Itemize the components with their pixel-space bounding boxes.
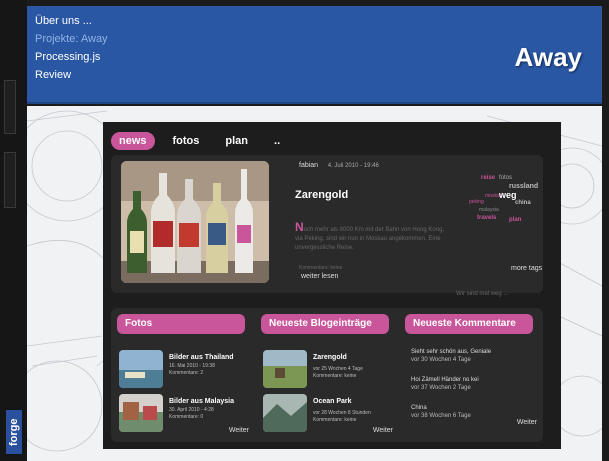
comment-ago: vor 37 Wochen 2 Tage xyxy=(411,385,471,391)
post-dropcap: N xyxy=(295,220,304,234)
bottles-image xyxy=(121,161,269,283)
site-tagline: Wir sind mal weg ... xyxy=(456,291,509,297)
left-sidebar: forge xyxy=(0,0,27,461)
nav-item-processing-js[interactable]: Processing.js xyxy=(35,48,108,66)
more-tags-link[interactable]: more tags xyxy=(511,265,542,272)
malaysia-image xyxy=(119,394,163,432)
zarengold-image xyxy=(263,350,307,388)
tag-fotos[interactable]: fotos xyxy=(499,175,512,181)
ocean-park-image xyxy=(263,394,307,432)
item-comments: Kommentare: 0 xyxy=(169,414,204,420)
tab-fotos[interactable]: fotos xyxy=(165,132,208,150)
website-preview: news fotos plan .. fabian 4. Juli 2010 -… xyxy=(103,122,561,449)
bottles-photo[interactable] xyxy=(121,161,269,283)
list-item[interactable]: Bilder aus Thailand 16. Mai 2010 - 19:38… xyxy=(117,350,253,390)
fotos-more-link[interactable]: Weiter xyxy=(229,427,249,434)
thailand-image xyxy=(119,350,163,388)
item-title[interactable]: Zarengold xyxy=(313,354,347,361)
post-title[interactable]: Zarengold xyxy=(295,189,348,201)
post-date: 4. Juli 2010 - 19:46 xyxy=(327,163,379,169)
tab-more[interactable]: .. xyxy=(266,132,288,150)
item-title[interactable]: Ocean Park xyxy=(313,398,352,405)
item-ago: vor 28 Wochen 8 Stunden xyxy=(313,410,371,416)
comments-heading[interactable]: Neueste Kommentare xyxy=(405,314,533,334)
nav-item-projekte-away[interactable]: Projekte: Away xyxy=(35,30,108,48)
item-comments: Kommentare: keine xyxy=(313,417,357,423)
comment-item[interactable]: China vor 38 Wochen 6 Tage xyxy=(411,404,539,420)
comments-column: Neueste Kommentare Sieht sehr schön aus,… xyxy=(405,314,541,438)
tab-plan[interactable]: plan xyxy=(217,132,256,150)
blog-column: Neueste Blogeinträge Zarengold vor 25 Wo… xyxy=(261,314,397,438)
item-title[interactable]: Bilder aus Thailand xyxy=(169,354,234,361)
tag-weg[interactable]: weg xyxy=(499,190,517,200)
post-excerpt-text: och mehr als 8000 Km mit der Bahn von Ho… xyxy=(295,227,445,251)
comment-item[interactable]: Sieht sehr schön aus, Geniale vor 30 Woc… xyxy=(411,348,539,364)
comments-more-link[interactable]: Weiter xyxy=(517,419,537,426)
fotos-heading[interactable]: Fotos xyxy=(117,314,245,334)
tag-peking[interactable]: peking xyxy=(469,199,484,205)
comment-text[interactable]: China xyxy=(411,404,539,412)
comment-item[interactable]: Hoi Zämell Händer no kei vor 37 Wochen 2… xyxy=(411,376,539,392)
ocean-park-thumbnail[interactable] xyxy=(263,394,307,432)
tag-reise[interactable]: reise xyxy=(481,175,495,181)
latest-content-panel: Fotos Bilder aus Thailand 16. Mai 2010 -… xyxy=(111,308,543,442)
fotos-column: Fotos Bilder aus Thailand 16. Mai 2010 -… xyxy=(117,314,253,438)
comment-text[interactable]: Hoi Zämell Händer no kei xyxy=(411,376,539,384)
thailand-thumbnail[interactable] xyxy=(119,350,163,388)
sidebar-tab[interactable] xyxy=(4,80,16,134)
tag-russland[interactable]: russland xyxy=(509,183,538,190)
comment-text[interactable]: Sieht sehr schön aus, Geniale xyxy=(411,348,539,356)
nav-item-review[interactable]: Review xyxy=(35,66,108,84)
site-tabs: news fotos plan .. xyxy=(111,132,288,150)
tab-news[interactable]: news xyxy=(111,132,155,150)
item-date: 30. April 2010 - 4:28 xyxy=(169,407,214,413)
header-nav: Über uns ... Projekte: Away Processing.j… xyxy=(35,12,108,84)
page-header: Über uns ... Projekte: Away Processing.j… xyxy=(27,6,602,104)
blog-more-link[interactable]: Weiter xyxy=(373,427,393,434)
tag-china[interactable]: china xyxy=(515,200,531,206)
item-title[interactable]: Bilder aus Malaysia xyxy=(169,398,234,405)
tag-malaysia[interactable]: malaysia xyxy=(479,207,499,213)
list-item[interactable]: Zarengold vor 25 Wochen 4 Tage Kommentar… xyxy=(261,350,397,390)
featured-post-panel: fabian 4. Juli 2010 - 19:46 Zarengold No… xyxy=(111,155,543,297)
post-author[interactable]: fabian xyxy=(299,162,318,169)
tag-plan[interactable]: plan xyxy=(509,217,521,223)
tag-travels[interactable]: travels xyxy=(477,215,496,221)
post-comments: Kommentare: keine xyxy=(299,265,343,271)
comment-ago: vor 30 Wochen 4 Tage xyxy=(411,357,471,363)
malaysia-thumbnail[interactable] xyxy=(119,394,163,432)
item-comments: Kommentare: keine xyxy=(313,373,357,379)
tag-cloud: reise fotos russland moskau weg peking c… xyxy=(469,171,541,231)
item-date: 16. Mai 2010 - 19:38 xyxy=(169,363,215,369)
nav-item-ueber-uns[interactable]: Über uns ... xyxy=(35,12,108,30)
item-ago: vor 25 Wochen 4 Tage xyxy=(313,366,363,372)
post-meta: fabian 4. Juli 2010 - 19:46 xyxy=(299,162,379,169)
read-more-link[interactable]: weiter lesen xyxy=(301,273,338,280)
item-comments: Kommentare: 2 xyxy=(169,370,204,376)
page-title: Away xyxy=(514,42,582,72)
sidebar-tab[interactable] xyxy=(4,152,16,208)
forge-logo: forge xyxy=(6,410,22,454)
blog-heading[interactable]: Neueste Blogeinträge xyxy=(261,314,389,334)
post-excerpt: Noch mehr als 8000 Km mit der Bahn von H… xyxy=(295,220,445,253)
zarengold-thumbnail[interactable] xyxy=(263,350,307,388)
